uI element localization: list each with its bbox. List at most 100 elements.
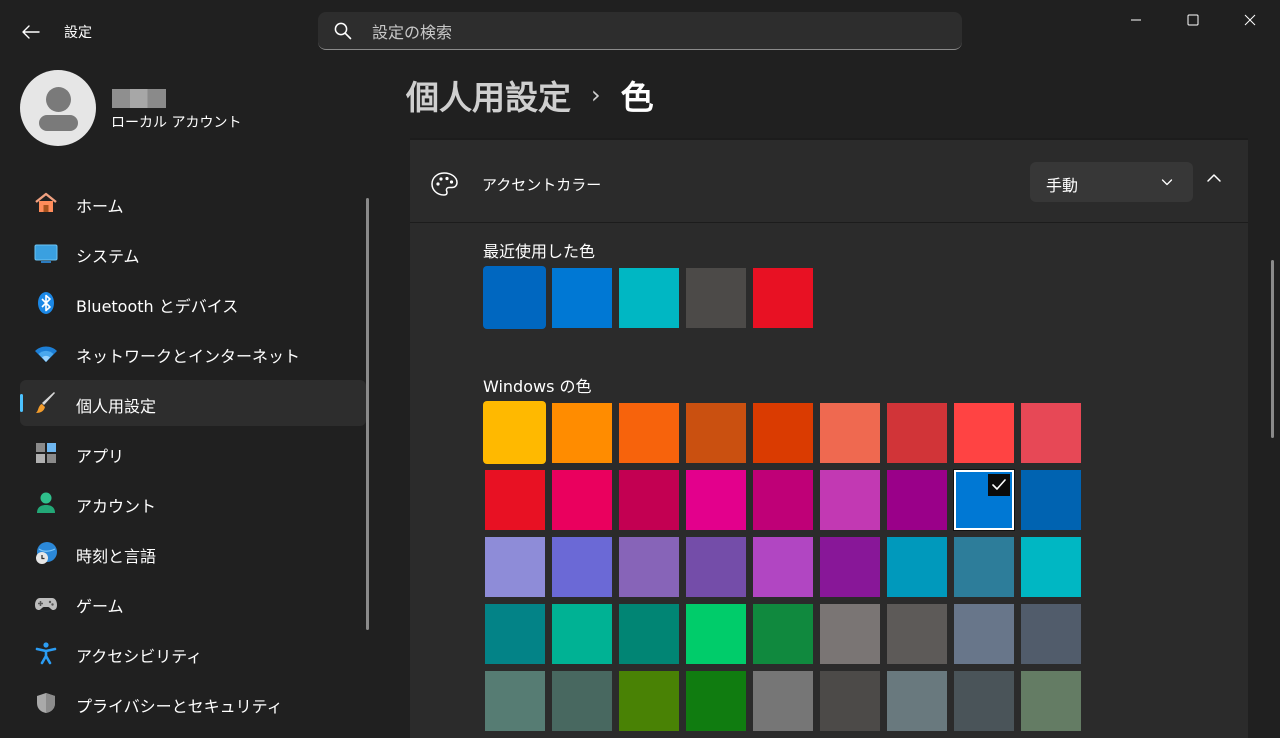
windows-color-swatch[interactable] — [753, 604, 813, 664]
windows-color-swatch[interactable] — [887, 403, 947, 463]
accent-mode-dropdown[interactable]: 手動 — [1030, 162, 1193, 202]
sidebar-item-label: システム — [76, 247, 140, 266]
search-input[interactable] — [370, 18, 934, 46]
windows-color-swatch[interactable] — [820, 604, 880, 664]
windows-color-swatch[interactable] — [1021, 604, 1081, 664]
sidebar-item-gaming[interactable]: ゲーム — [20, 580, 366, 626]
back-button[interactable] — [18, 20, 44, 44]
breadcrumb-parent[interactable]: 個人用設定 — [406, 71, 571, 119]
sidebar-item-time-language[interactable]: 時刻と言語 — [20, 530, 366, 576]
windows-color-swatch[interactable] — [753, 403, 813, 463]
windows-color-swatch[interactable] — [954, 403, 1014, 463]
user-profile[interactable]: ローカル アカウント — [20, 70, 370, 148]
windows-color-swatch[interactable] — [552, 604, 612, 664]
palette-icon — [431, 172, 458, 196]
sidebar-item-accounts[interactable]: アカウント — [20, 480, 366, 526]
selected-check-icon — [988, 474, 1010, 496]
windows-color-swatch[interactable] — [1021, 537, 1081, 597]
maximize-button[interactable] — [1165, 0, 1221, 40]
windows-color-swatch[interactable] — [619, 671, 679, 731]
sidebar-item-personalization[interactable]: 個人用設定 — [20, 380, 366, 426]
minimize-button[interactable] — [1108, 0, 1164, 40]
sidebar-item-label: ネットワークとインターネット — [76, 347, 301, 366]
recent-color-swatch[interactable] — [619, 268, 679, 328]
windows-color-swatch[interactable] — [753, 671, 813, 731]
windows-color-swatch[interactable] — [485, 604, 545, 664]
windows-color-swatch[interactable] — [954, 537, 1014, 597]
accent-color-header[interactable]: アクセントカラー 手動 — [410, 140, 1248, 222]
sidebar-item-bluetooth[interactable]: Bluetooth とデバイス — [20, 280, 366, 326]
windows-color-swatch[interactable] — [1021, 403, 1081, 463]
app-title: 設定 — [64, 25, 92, 41]
recent-color-swatch[interactable] — [686, 268, 746, 328]
sidebar-item-label: ホーム — [76, 197, 124, 216]
windows-color-swatch[interactable] — [619, 403, 679, 463]
windows-color-swatch[interactable] — [485, 470, 545, 530]
chevron-up-icon[interactable] — [1206, 170, 1222, 186]
windows-color-swatch[interactable] — [686, 604, 746, 664]
windows-color-swatch[interactable] — [753, 470, 813, 530]
close-button[interactable] — [1222, 0, 1278, 40]
recent-color-swatch[interactable] — [552, 268, 612, 328]
chevron-down-icon — [1161, 179, 1173, 186]
gamepad-icon — [35, 598, 57, 610]
user-name-redacted — [112, 89, 166, 108]
time-language-icon — [36, 542, 57, 564]
sidebar-item-accessibility[interactable]: アクセシビリティ — [20, 630, 366, 676]
windows-color-swatch[interactable] — [820, 470, 880, 530]
windows-color-swatch[interactable] — [686, 470, 746, 530]
sidebar-item-privacy[interactable]: プライバシーとセキュリティ — [20, 680, 366, 726]
windows-color-swatch[interactable] — [887, 470, 947, 530]
windows-color-swatch[interactable] — [619, 537, 679, 597]
windows-color-swatch[interactable] — [485, 537, 545, 597]
windows-color-swatch[interactable] — [954, 671, 1014, 731]
sidebar-item-system[interactable]: システム — [20, 230, 366, 276]
windows-color-swatch[interactable] — [820, 403, 880, 463]
recent-color-swatch[interactable] — [753, 268, 813, 328]
sidebar-item-home[interactable]: ホーム — [20, 180, 366, 226]
sidebar-item-label: プライバシーとセキュリティ — [76, 697, 283, 716]
windows-color-swatch[interactable] — [552, 470, 612, 530]
windows-color-swatch[interactable] — [953, 469, 1015, 531]
breadcrumb-separator: › — [591, 81, 601, 109]
minimize-icon — [1131, 19, 1141, 21]
windows-color-swatch[interactable] — [954, 604, 1014, 664]
sidebar-item-network[interactable]: ネットワークとインターネット — [20, 330, 366, 376]
windows-color-swatch[interactable] — [686, 403, 746, 463]
content-scrollbar[interactable] — [1271, 260, 1274, 438]
recent-color-swatch[interactable] — [483, 266, 546, 329]
sidebar-item-label: アプリ — [76, 447, 125, 466]
search-box[interactable] — [318, 12, 962, 50]
apps-icon — [36, 443, 56, 463]
windows-color-swatch[interactable] — [887, 604, 947, 664]
windows-color-swatch[interactable] — [552, 671, 612, 731]
sidebar-scrollbar[interactable] — [366, 198, 369, 630]
windows-color-swatch[interactable] — [753, 537, 813, 597]
windows-color-swatch[interactable] — [619, 604, 679, 664]
close-icon — [1244, 14, 1256, 26]
windows-color-swatch[interactable] — [619, 470, 679, 530]
windows-color-swatch[interactable] — [483, 401, 546, 464]
windows-color-swatch[interactable] — [552, 403, 612, 463]
windows-color-swatch[interactable] — [485, 671, 545, 731]
recent-colors-label: 最近使用した色 — [483, 242, 596, 261]
windows-color-swatch[interactable] — [1021, 470, 1081, 530]
breadcrumb: 個人用設定 › 色 — [406, 72, 654, 118]
sidebar-item-label: 個人用設定 — [76, 397, 157, 416]
windows-color-swatch[interactable] — [820, 671, 880, 731]
windows-color-swatch[interactable] — [686, 671, 746, 731]
windows-color-swatch[interactable] — [887, 671, 947, 731]
windows-color-swatch[interactable] — [1021, 671, 1081, 731]
back-arrow-icon — [22, 25, 40, 39]
windows-color-swatch[interactable] — [820, 537, 880, 597]
sidebar-item-label: アクセシビリティ — [76, 647, 203, 666]
windows-color-swatch[interactable] — [686, 537, 746, 597]
sidebar-item-label: 時刻と言語 — [76, 547, 157, 566]
bluetooth-icon — [38, 292, 54, 314]
sidebar-item-label: ゲーム — [76, 597, 124, 616]
sidebar-nav: ホーム システム Bluetooth とデバイス ネットワークとインターネット … — [20, 180, 366, 730]
sidebar-item-apps[interactable]: アプリ — [20, 430, 366, 476]
system-icon — [34, 244, 58, 263]
windows-color-swatch[interactable] — [887, 537, 947, 597]
windows-color-swatch[interactable] — [552, 537, 612, 597]
